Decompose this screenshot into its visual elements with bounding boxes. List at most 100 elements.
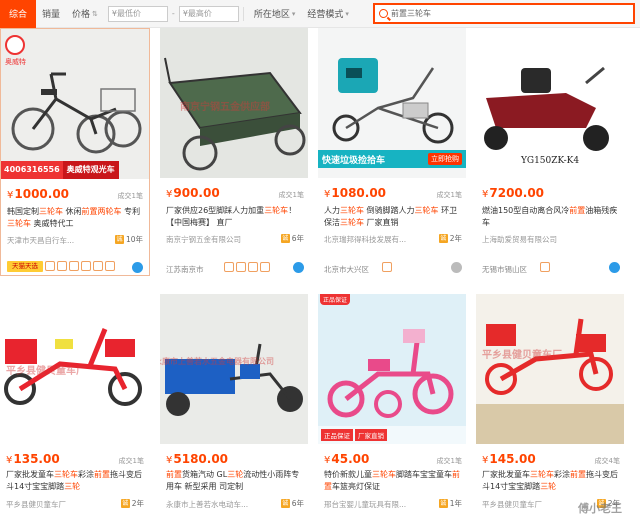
product-image[interactable]: 平乡县健贝童车厂 <box>476 294 624 444</box>
shop-name[interactable]: 天津市天昌自行车... <box>7 235 107 246</box>
product-card[interactable]: 快速垃圾捡拾车 立即抢购 ¥1080.00 成交1笔 人力三轮车 倒骑脚踏人力三… <box>318 28 468 276</box>
shop-grade-icon: 诚 <box>280 499 290 508</box>
price-min-input[interactable]: ¥最低价 <box>107 5 168 22</box>
brand-logo <box>5 35 25 55</box>
shop-grade-icon: 诚 <box>120 499 130 508</box>
product-image[interactable]: 奥威特 4006316556 奥威特观光车 <box>1 29 149 179</box>
product-title[interactable]: 人力三轮车 倒骑脚踏人力三轮车 环卫保洁三轮车 厂家直销 <box>324 205 464 229</box>
shop-name[interactable]: 邢台宝婴儿童玩具有限... <box>324 499 424 510</box>
shop-name[interactable]: 平乡县健贝童车厂 <box>6 499 106 510</box>
badge-icon <box>260 262 270 272</box>
product-card[interactable]: 南京宁钢五金供应部 ¥900.00 成交1笔 厂家供应26型脚踩人力加重三轮车！… <box>160 28 310 276</box>
product-card[interactable]: 奥威特 4006316556 奥威特观光车 ¥1000.00 成交1笔 韩国定制… <box>0 28 150 276</box>
shop-name[interactable]: 南京宁钢五金有限公司 <box>166 234 266 245</box>
wangwang-chat-icon[interactable] <box>293 262 304 273</box>
tab-price[interactable]: 价格 ⇅ <box>66 0 104 28</box>
product-title[interactable]: 厂家批发童车三轮车彩涂前置拖斗变后斗14寸宝宝脚踏三轮 <box>482 469 622 493</box>
product-card[interactable]: YG150ZK-K4 ¥7200.00 燃油150型自动离合风冷前置油箱残疾车 … <box>476 28 626 276</box>
search-icon <box>379 9 388 18</box>
product-card[interactable]: 正品保证 正品保证 厂家直销 ¥45.00 成交1笔 特价新款儿童三轮车脚踏车宝… <box>318 294 468 524</box>
shop-years: 诚 2年 <box>120 499 144 508</box>
search-input[interactable]: 前置三轮车 <box>373 3 635 24</box>
image-watermark: 平乡县健贝童车厂 <box>482 350 562 361</box>
badge-row: 天猫天选 <box>7 261 115 272</box>
divider <box>242 6 244 21</box>
kids-tricycle-red-image <box>476 294 624 444</box>
chevron-down-icon: ▾ <box>291 9 296 18</box>
search-value: 前置三轮车 <box>391 9 431 18</box>
product-card[interactable]: 平乡县健贝童车厂 ¥135.00 成交1笔 厂家批发童车三轮车彩涂前置拖斗变后斗… <box>0 294 150 524</box>
wangwang-chat-icon[interactable] <box>609 262 620 273</box>
product-title[interactable]: 韩国定制三轮车 休闲前置两轮车 专利三轮车 奥威特代工 <box>7 206 147 230</box>
badge-row <box>540 262 550 272</box>
shop-grade-icon: 诚 <box>438 499 448 508</box>
product-title[interactable]: 特价新款儿童三轮车脚踏车宝宝童车前置车篮亮灯保证 <box>324 469 464 493</box>
badge-icon <box>69 261 79 271</box>
tab-sales[interactable]: 销量 <box>36 0 66 28</box>
image-watermark: 南京宁钢五金供应部 <box>180 102 270 113</box>
chevron-down-icon: ▾ <box>345 9 349 18</box>
product-price: ¥1080.00 <box>324 186 387 200</box>
product-location: 无锡市锡山区 <box>482 265 527 274</box>
product-price: ¥45.00 <box>324 452 370 466</box>
product-image[interactable]: 永康市上善若水五金电器有限公司 <box>160 294 308 444</box>
sales-count: 成交1笔 <box>436 191 462 199</box>
banner-button: 立即抢购 <box>428 153 462 165</box>
location-dropdown-label: 所在地区 <box>253 10 290 20</box>
wangwang-chat-icon[interactable] <box>451 262 462 273</box>
badge-row <box>224 262 270 272</box>
wangwang-chat-icon[interactable] <box>132 262 143 273</box>
tmall-badge: 天猫天选 <box>7 261 43 272</box>
location-dropdown[interactable]: 所在地区 ▾ <box>248 0 302 28</box>
product-image[interactable]: YG150ZK-K4 <box>476 28 624 178</box>
image-banner: 快速垃圾捡拾车 立即抢购 <box>318 150 466 168</box>
badge-icon <box>382 262 392 272</box>
sales-count: 成交1笔 <box>118 457 144 465</box>
product-card[interactable]: 平乡县健贝童车厂 ¥145.00 成交4笔 厂家批发童车三轮车彩涂前置拖斗变后斗… <box>476 294 626 524</box>
motor-cargo-tricycle-image <box>160 294 308 444</box>
product-image[interactable]: 快速垃圾捡拾车 立即抢购 <box>318 28 466 178</box>
shop-name[interactable]: 上海助爱贸易有限公司 <box>482 234 582 245</box>
image-watermark: 永康市上善若水五金电器有限公司 <box>160 357 274 366</box>
image-phone-bar: 4006316556 奥威特观光车 <box>1 161 149 179</box>
image-model: YG150ZK-K4 <box>520 156 580 166</box>
image-watermark: 平乡县健贝童车厂 <box>6 366 86 377</box>
shop-grade-icon: 诚 <box>114 235 124 244</box>
shop-name[interactable]: 北京瑞邦得科技发展有... <box>324 234 424 245</box>
product-image[interactable]: 南京宁钢五金供应部 <box>160 28 308 178</box>
business-mode-label: 经营模式 <box>307 10 344 20</box>
badge-row <box>382 262 392 272</box>
product-price: ¥1000.00 <box>7 187 70 201</box>
product-price: ¥5180.00 <box>166 452 229 466</box>
brand-logo-text: 奥威特 <box>5 58 26 66</box>
badge-icon <box>57 261 67 271</box>
product-card[interactable]: 永康市上善若水五金电器有限公司 ¥5180.00 前置货箱汽动 GL三轮流动性小… <box>160 294 310 524</box>
image-flag: 正品保证 <box>320 294 350 305</box>
product-price: ¥7200.00 <box>482 186 545 200</box>
product-image[interactable]: 平乡县健贝童车厂 <box>0 294 148 444</box>
price-max-input[interactable]: ¥最高价 <box>178 5 239 22</box>
promo-tag: 厂家直销 <box>355 429 387 441</box>
product-title[interactable]: 燃油150型自动离合风冷前置油箱残疾车 <box>482 205 622 229</box>
product-price: ¥135.00 <box>6 452 60 466</box>
badge-icon <box>45 261 55 271</box>
product-title[interactable]: 前置货箱汽动 GL三轮流动性小雨阵专用车 新型采用 司定制 <box>166 469 306 493</box>
tab-price-label: 价格 <box>72 10 91 20</box>
shop-years: 诚 1年 <box>438 499 462 508</box>
wechat-watermark: 傅小老王 <box>578 502 622 515</box>
image-brand: 奥威特观光车 <box>62 161 119 179</box>
image-promo: 正品保证 厂家直销 <box>318 426 466 444</box>
product-location: 北京市大兴区 <box>324 265 369 274</box>
business-mode-dropdown[interactable]: 经营模式 ▾ <box>301 0 355 28</box>
shop-name[interactable]: 平乡县健贝童车厂 <box>482 499 582 510</box>
badge-icon <box>248 262 258 272</box>
image-phone: 4006316556 <box>1 161 63 179</box>
product-title[interactable]: 厂家批发童车三轮车彩涂前置拖斗变后斗14寸宝宝脚踏三轮 <box>6 469 146 493</box>
badge-icon <box>93 261 103 271</box>
product-title[interactable]: 厂家供应26型脚踩人力加重三轮车！【中国梅赛】 直厂 <box>166 205 306 229</box>
shop-name[interactable]: 永康市上善若水电动车... <box>166 499 266 510</box>
shop-years: 诚 6年 <box>280 234 304 243</box>
product-image[interactable]: 正品保证 正品保证 厂家直销 <box>318 294 466 444</box>
tab-comprehensive[interactable]: 综合 <box>0 0 37 28</box>
badge-icon <box>540 262 550 272</box>
